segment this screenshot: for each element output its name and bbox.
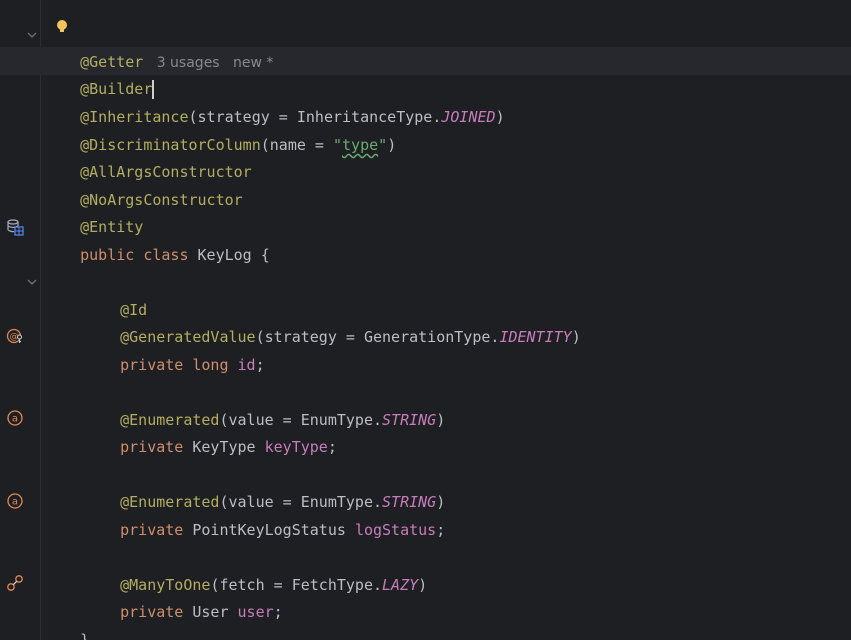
keyword-token: public class bbox=[80, 246, 198, 264]
code-line[interactable]: @Inheritance(strategy = InheritanceType.… bbox=[44, 75, 504, 126]
usages-hint-label: 3 usages bbox=[156, 55, 220, 71]
code-line[interactable]: @Entity bbox=[44, 185, 143, 236]
field-token: user bbox=[237, 603, 274, 621]
field-token: logStatus bbox=[354, 521, 437, 539]
keyword-token: private bbox=[120, 603, 193, 621]
code-token: (strategy = GenerationType. bbox=[255, 328, 500, 346]
closing-brace: } bbox=[80, 631, 90, 640]
code-token: ; bbox=[327, 438, 337, 456]
new-hint-label: new * bbox=[232, 55, 274, 71]
code-token: ) bbox=[418, 576, 428, 594]
code-token: ) bbox=[436, 411, 446, 429]
code-line[interactable]: private long id; bbox=[84, 323, 265, 374]
code-line[interactable]: @ManyToOne(fetch = FetchType.LAZY) bbox=[84, 543, 427, 594]
svg-text:a: a bbox=[12, 497, 18, 508]
enum-constant-token: JOINED bbox=[441, 108, 496, 126]
type-token: User bbox=[192, 603, 238, 621]
code-line[interactable]: @Getter 3 usages new * bbox=[44, 20, 273, 71]
class-name-token: KeyLog { bbox=[197, 246, 270, 264]
code-line[interactable]: @Builder bbox=[44, 47, 154, 99]
keyword-token: private bbox=[120, 438, 193, 456]
keyword-token: private long bbox=[120, 356, 238, 374]
code-line[interactable]: @DiscriminatorColumn(name = "type") bbox=[44, 103, 396, 154]
string-quote: " bbox=[333, 136, 343, 154]
keyword-token: private bbox=[120, 521, 193, 539]
field-token: keyType bbox=[264, 438, 328, 456]
code-token: ; bbox=[255, 356, 265, 374]
code-line[interactable]: private User user; bbox=[84, 570, 283, 621]
code-token: ; bbox=[436, 521, 446, 539]
code-token: ; bbox=[273, 603, 283, 621]
type-token: PointKeyLogStatus bbox=[192, 521, 355, 539]
code-token: ) bbox=[387, 136, 397, 154]
code-line[interactable]: public class KeyLog { bbox=[44, 213, 270, 264]
id-key-icon[interactable]: @ bbox=[6, 327, 24, 345]
column-attribute-icon[interactable]: a bbox=[6, 492, 24, 510]
column-attribute-icon[interactable]: a bbox=[6, 409, 24, 427]
code-line[interactable]: @Enumerated(value = EnumType.STRING) bbox=[84, 460, 445, 511]
gutter-divider bbox=[40, 0, 41, 640]
code-line[interactable]: @NoArgsConstructor bbox=[44, 158, 243, 209]
code-line[interactable]: } bbox=[44, 598, 89, 640]
code-line[interactable]: private PointKeyLogStatus logStatus; bbox=[84, 488, 445, 539]
database-table-icon[interactable] bbox=[6, 218, 24, 236]
code-token: ) bbox=[495, 108, 505, 126]
fold-chevron-icon[interactable] bbox=[26, 276, 38, 288]
code-line[interactable]: @Enumerated(value = EnumType.STRING) bbox=[84, 378, 445, 429]
field-token: id bbox=[237, 356, 256, 374]
string-token: type bbox=[342, 136, 379, 154]
code-token: (name = bbox=[260, 136, 333, 154]
fold-chevron-icon[interactable] bbox=[26, 29, 38, 41]
svg-text:a: a bbox=[12, 414, 18, 425]
code-token: ) bbox=[571, 328, 581, 346]
code-line[interactable]: @Id bbox=[84, 268, 147, 319]
code-line[interactable]: @AllArgsConstructor bbox=[44, 130, 252, 181]
code-editor[interactable]: @ a a @Getter 3 usages new * @Builder @I… bbox=[0, 0, 851, 640]
code-line[interactable]: private KeyType keyType; bbox=[84, 405, 337, 456]
relation-link-icon[interactable] bbox=[6, 574, 24, 592]
gutter bbox=[0, 0, 40, 640]
type-token: KeyType bbox=[192, 438, 265, 456]
enum-constant-token: IDENTITY bbox=[499, 328, 572, 346]
string-quote: " bbox=[378, 136, 388, 154]
enum-constant-token: LAZY bbox=[382, 576, 419, 594]
enum-constant-token: STRING bbox=[382, 411, 437, 429]
usages-hint[interactable]: 3 usages new * bbox=[143, 55, 274, 71]
code-line[interactable]: @GeneratedValue(strategy = GenerationTyp… bbox=[84, 295, 581, 346]
